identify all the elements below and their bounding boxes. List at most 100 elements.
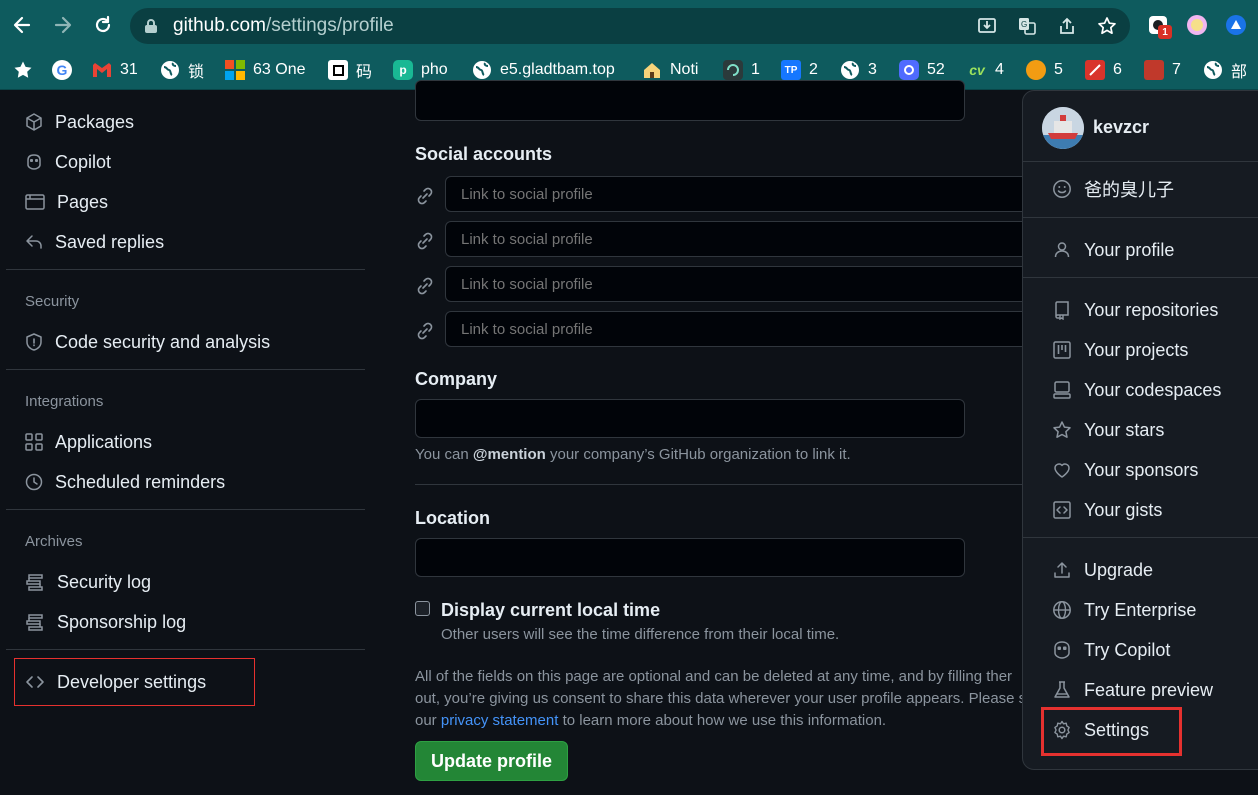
social-accounts-heading: Social accounts: [415, 144, 553, 164]
apps-icon: [25, 433, 43, 451]
sidebar-item-developer-settings[interactable]: Developer settings: [25, 670, 206, 694]
menu-item-your-sponsors[interactable]: Your sponsors: [1052, 457, 1198, 483]
bookmark-5[interactable]: 5: [1026, 58, 1063, 82]
account-icon[interactable]: [1224, 13, 1248, 37]
bookmark-8[interactable]: 部: [1203, 58, 1247, 82]
sidebar-item-packages[interactable]: Packages: [25, 110, 134, 134]
profile-extension-icon[interactable]: [1185, 13, 1209, 37]
menu-item-try-enterprise[interactable]: Try Enterprise: [1052, 597, 1196, 623]
back-arrow-icon[interactable]: [9, 12, 35, 38]
extension-icon[interactable]: 1: [1146, 13, 1172, 39]
bookmark-e5[interactable]: e5.gladtbam.top: [472, 58, 615, 82]
menu-divider: [1023, 277, 1258, 278]
sidebar-item-sponsorship-log[interactable]: Sponsorship log: [25, 610, 186, 634]
menu-item-feature-preview[interactable]: Feature preview: [1052, 677, 1213, 703]
bio-textarea[interactable]: [415, 80, 965, 121]
avatar: [1042, 107, 1084, 149]
sidebar-heading-integrations: Integrations: [25, 393, 104, 410]
sidebar-item-copilot[interactable]: Copilot: [25, 150, 111, 174]
local-time-checkbox[interactable]: [415, 601, 430, 616]
social-link-input-3[interactable]: [445, 266, 1045, 302]
menu-item-your-gists[interactable]: Your gists: [1052, 497, 1162, 523]
social-link-input-4[interactable]: [445, 311, 1045, 347]
bookmark-gmail[interactable]: 31: [92, 58, 138, 82]
bookmark-lock[interactable]: 锁: [160, 58, 204, 82]
reload-icon[interactable]: [90, 12, 116, 38]
bookmark-6[interactable]: 6: [1085, 58, 1122, 82]
sidebar-item-security-log[interactable]: Security log: [25, 570, 151, 594]
local-time-label[interactable]: Display current local time: [441, 600, 660, 621]
menu-item-upgrade[interactable]: Upgrade: [1052, 557, 1153, 583]
globe-icon: [472, 60, 492, 80]
link-icon: [417, 232, 433, 250]
bookmark-star-icon[interactable]: [1096, 15, 1118, 37]
code-square-icon: [1053, 501, 1071, 519]
app-icon: cv: [969, 62, 985, 78]
lock-icon: [144, 18, 158, 39]
sidebar-item-scheduled-reminders[interactable]: Scheduled reminders: [25, 470, 225, 494]
bookmark-google[interactable]: G: [52, 58, 72, 82]
menu-item-settings[interactable]: Settings: [1052, 717, 1149, 743]
app-icon: [1026, 60, 1046, 80]
menu-item-your-projects[interactable]: Your projects: [1052, 337, 1188, 363]
bookmark-7[interactable]: 7: [1144, 58, 1181, 82]
browser-icon: [25, 194, 45, 210]
bookmark-noti[interactable]: Noti: [642, 58, 698, 82]
bookmark-3[interactable]: 3: [840, 58, 877, 82]
bookmark-52[interactable]: 52: [899, 58, 945, 82]
update-profile-button[interactable]: Update profile: [415, 741, 568, 781]
microsoft-icon: [225, 60, 245, 80]
menu-item-your-codespaces[interactable]: Your codespaces: [1052, 377, 1221, 403]
browser-toolbar: github.com/settings/profile G 1: [0, 0, 1258, 52]
bookmark-pho[interactable]: p pho: [393, 58, 448, 82]
upload-icon: [1054, 562, 1070, 578]
star-icon: [1053, 421, 1071, 438]
bookmark-code[interactable]: 码: [328, 58, 372, 82]
bookmark-4[interactable]: cv 4: [967, 58, 1004, 82]
app-icon: [899, 60, 919, 80]
company-label: Company: [415, 369, 498, 389]
company-input[interactable]: [415, 399, 965, 438]
set-status-item[interactable]: 爸的臭儿子: [1052, 176, 1174, 202]
menu-item-your-stars[interactable]: Your stars: [1052, 417, 1164, 443]
app-icon: [723, 60, 743, 80]
menu-item-your-repositories[interactable]: Your repositories: [1052, 297, 1218, 323]
beaker-icon: [1054, 681, 1070, 698]
translate-icon[interactable]: G: [1016, 15, 1038, 37]
menu-item-your-profile[interactable]: Your profile: [1052, 237, 1174, 263]
menu-item-try-copilot[interactable]: Try Copilot: [1052, 637, 1170, 663]
square-icon: [328, 60, 348, 80]
sidebar-item-applications[interactable]: Applications: [25, 430, 152, 454]
sidebar-item-saved-replies[interactable]: Saved replies: [25, 230, 164, 254]
bookmark-1[interactable]: 1: [723, 58, 760, 82]
privacy-statement-link[interactable]: privacy statement: [441, 712, 559, 729]
disclaimer-line-3: our privacy statement to learn more abou…: [415, 712, 887, 729]
sidebar-item-pages[interactable]: Pages: [25, 190, 108, 214]
menu-divider: [1023, 537, 1258, 538]
forward-arrow-icon[interactable]: [50, 12, 76, 38]
globe-icon: [160, 60, 180, 80]
google-icon: G: [52, 60, 72, 80]
package-icon: [26, 113, 42, 131]
bookmark-star-icon[interactable]: [13, 58, 33, 82]
gmail-icon: [92, 60, 112, 80]
globe-icon: [1053, 601, 1071, 619]
svg-text:G: G: [1021, 20, 1027, 29]
address-bar[interactable]: github.com/settings/profile G: [130, 8, 1130, 44]
menu-username: kevzcr: [1093, 117, 1150, 137]
bookmark-2[interactable]: TP 2: [781, 58, 818, 82]
sidebar-item-code-security[interactable]: Code security and analysis: [25, 330, 270, 354]
app-icon: p: [393, 60, 413, 80]
copilot-icon: [1054, 641, 1070, 659]
menu-divider: [1023, 217, 1258, 218]
extension-badge: 1: [1158, 25, 1172, 39]
location-input[interactable]: [415, 538, 965, 577]
install-app-icon[interactable]: [976, 15, 998, 37]
share-icon[interactable]: [1056, 15, 1078, 37]
sidebar-heading-security: Security: [25, 293, 80, 310]
bookmark-one[interactable]: 63 One: [225, 58, 305, 82]
smiley-icon: [1053, 180, 1071, 198]
globe-icon: [1203, 60, 1223, 80]
social-link-input-2[interactable]: [445, 221, 1045, 257]
social-link-input-1[interactable]: [445, 176, 1045, 212]
